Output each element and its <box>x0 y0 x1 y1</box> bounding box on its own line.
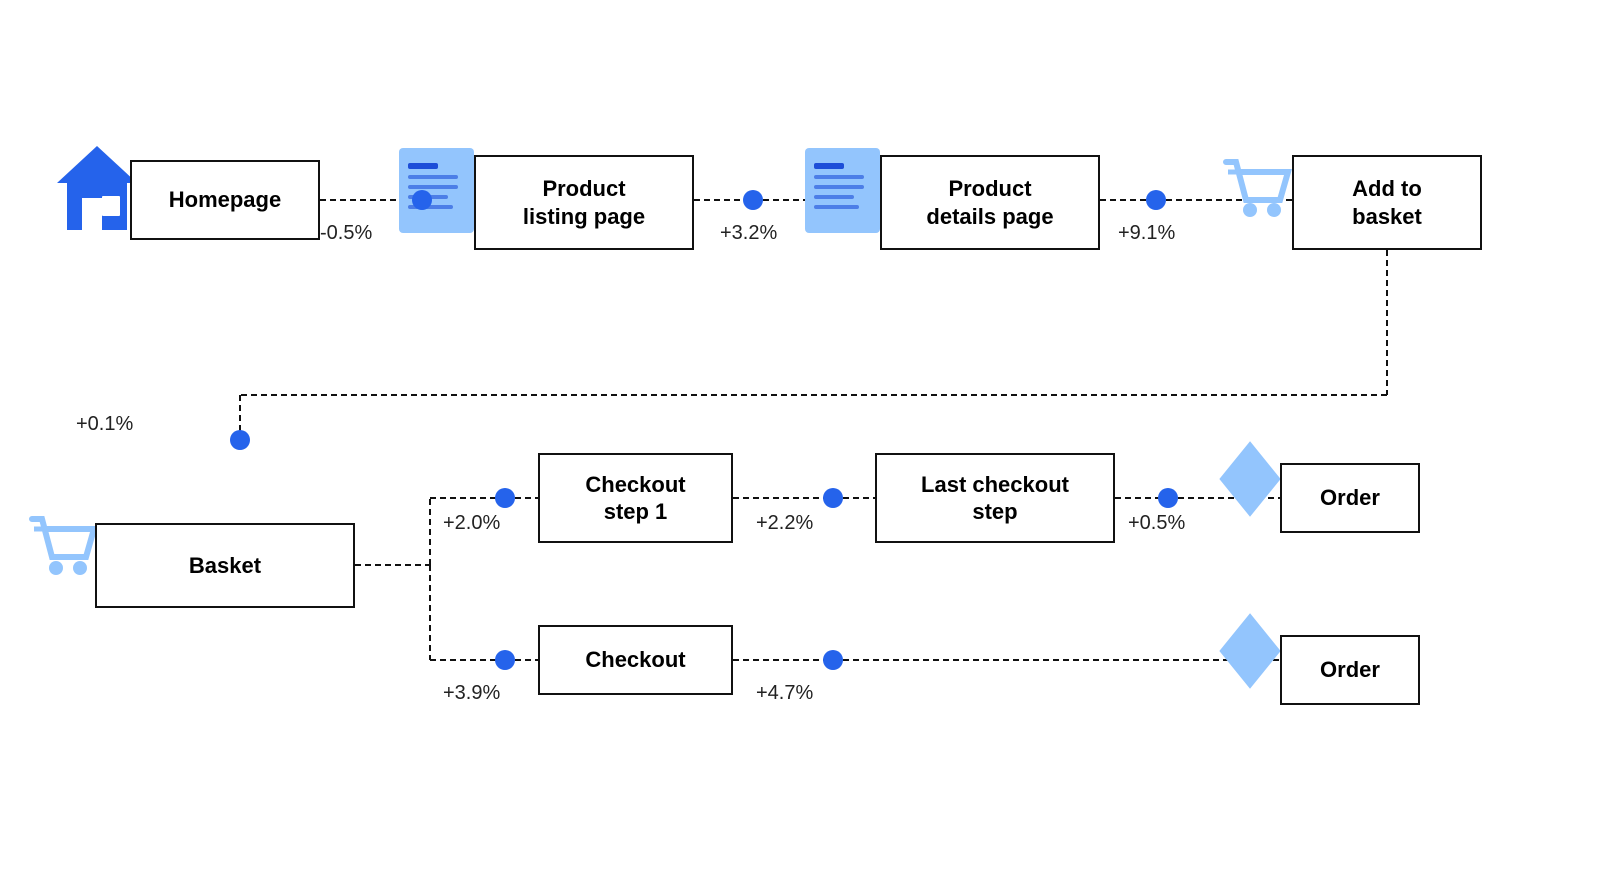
dot-7 <box>1158 488 1178 508</box>
product-listing-node: Productlisting page <box>474 155 694 250</box>
label-basket-checkout: +3.9% <box>443 682 500 705</box>
order1-node: Order <box>1280 463 1420 533</box>
product-listing-icon <box>394 143 479 238</box>
dot-1 <box>412 190 432 210</box>
funnel-diagram: Homepage Productlisting page Productdeta… <box>0 0 1601 874</box>
basket-icon <box>24 505 104 593</box>
label-checkout-order2: +4.7% <box>756 682 813 705</box>
order2-icon <box>1218 609 1283 694</box>
label-checkout1-last: +2.2% <box>756 512 813 535</box>
label-homepage-listing: -0.5% <box>320 222 372 245</box>
label-last-order1: +0.5% <box>1128 512 1185 535</box>
order2-node: Order <box>1280 635 1420 705</box>
homepage-icon <box>52 138 142 238</box>
add-to-basket-node: Add tobasket <box>1292 155 1482 250</box>
dot-3 <box>1146 190 1166 210</box>
label-listing-details: +3.2% <box>720 222 777 245</box>
label-basket-checkout1: +2.0% <box>443 512 500 535</box>
order1-icon <box>1218 437 1283 522</box>
label-basket-down: +0.1% <box>76 413 133 436</box>
add-to-basket-icon <box>1218 148 1296 236</box>
dot-6 <box>823 488 843 508</box>
last-checkout-node: Last checkoutstep <box>875 453 1115 543</box>
label-details-addbasket: +9.1% <box>1118 222 1175 245</box>
checkout-step1-node: Checkoutstep 1 <box>538 453 733 543</box>
dot-5 <box>495 488 515 508</box>
product-details-icon <box>800 143 885 238</box>
basket-node: Basket <box>95 523 355 608</box>
checkout-node: Checkout <box>538 625 733 695</box>
product-details-node: Productdetails page <box>880 155 1100 250</box>
dot-4 <box>230 430 250 450</box>
dot-8 <box>495 650 515 670</box>
dot-9 <box>823 650 843 670</box>
dot-2 <box>743 190 763 210</box>
homepage-node: Homepage <box>130 160 320 240</box>
